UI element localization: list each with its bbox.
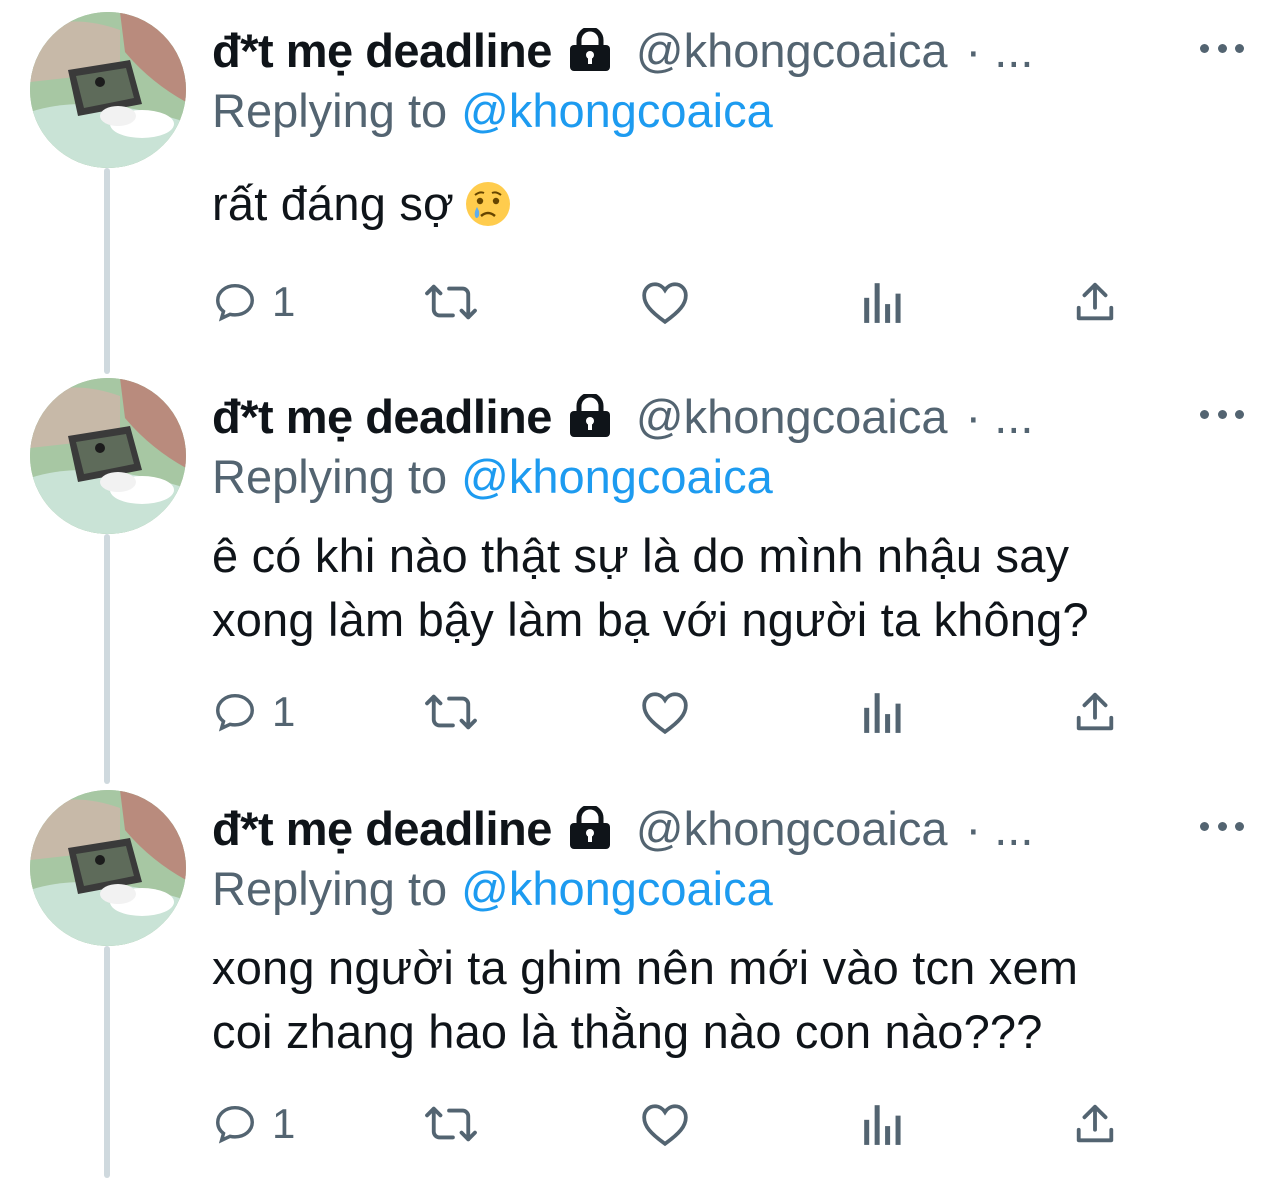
like-icon [642,692,688,735]
retweet-icon [425,284,477,320]
reply-button[interactable]: 1 [212,682,295,742]
timestamp-separator: · ... [965,23,1034,77]
like-icon [642,282,688,325]
reply-icon [216,283,254,322]
tweet-text-line: xong làm bậy làm bạ với người ta không? [212,593,1089,646]
replying-label: Replying to [212,449,448,503]
analytics-button[interactable] [862,682,904,742]
replying-to: Replying to @khongcoaica [212,82,773,138]
avatar[interactable] [30,12,186,168]
display-name[interactable]: đ*t mẹ deadline [212,801,552,856]
reply-count: 1 [272,688,296,735]
tweet-text: ê có khi nào thật sự là do mình nhậu say… [212,524,1252,652]
user-handle[interactable]: @khongcoaica [636,389,948,444]
like-button[interactable] [640,682,690,742]
replying-label: Replying to [212,861,448,915]
lock-icon [566,28,614,72]
share-button[interactable] [1072,682,1118,742]
tweet-header: đ*t mẹ deadline @khongcoaica · ... [212,800,1033,856]
retweet-button[interactable] [424,682,478,742]
reply-button[interactable]: 1 [212,1094,295,1154]
tweet-header: đ*t mẹ deadline @khongcoaica · ... [212,22,1033,78]
mention-link[interactable]: @khongcoaica [461,83,773,138]
lock-icon [566,394,614,438]
tweet-actions: 1 [212,682,1132,742]
analytics-icon [864,693,901,733]
retweet-button[interactable] [424,272,478,332]
mention-link[interactable]: @khongcoaica [461,861,773,916]
user-handle[interactable]: @khongcoaica [636,801,948,856]
analytics-icon [864,283,901,323]
tweet-header: đ*t mẹ deadline @khongcoaica · ... [212,388,1033,444]
retweet-icon [425,1106,477,1142]
tweet-actions: 1 [212,272,1132,332]
analytics-icon [864,1105,901,1145]
tweet-text-line: coi zhang hao là thằng nào con nào??? [212,1005,1043,1058]
display-name[interactable]: đ*t mẹ deadline [212,389,552,444]
crying-face-emoji [464,180,512,244]
share-button[interactable] [1072,272,1118,332]
more-icon[interactable] [1200,816,1244,836]
share-icon [1076,692,1114,731]
more-icon[interactable] [1200,38,1244,58]
tweet-text-line: rất đáng sợ [212,177,455,230]
share-icon [1076,282,1114,321]
tweet-text-line: ê có khi nào thật sự là do mình nhậu say [212,529,1070,582]
reply-icon [216,1105,254,1144]
analytics-button[interactable] [862,1094,904,1154]
reply-icon [216,693,254,732]
replying-to: Replying to @khongcoaica [212,860,773,916]
user-handle[interactable]: @khongcoaica [636,23,948,78]
like-button[interactable] [640,272,690,332]
replying-label: Replying to [212,83,448,137]
tweet-actions: 1 [212,1094,1132,1154]
analytics-button[interactable] [862,272,904,332]
tweet[interactable]: đ*t mẹ deadline @khongcoaica · ... Reply… [0,366,1284,776]
reply-count: 1 [272,278,296,325]
mention-link[interactable]: @khongcoaica [461,449,773,504]
tweet[interactable]: đ*t mẹ deadline @khongcoaica · ... Reply… [0,778,1284,1188]
like-button[interactable] [640,1094,690,1154]
like-icon [642,1104,688,1147]
timestamp-separator: · ... [965,801,1034,855]
reply-count: 1 [272,1100,296,1147]
lock-icon [566,806,614,850]
tweet-text-line: xong người ta ghim nên mới vào tcn xem [212,941,1079,994]
share-icon [1076,1104,1114,1143]
tweet[interactable]: đ*t mẹ deadline @khongcoaica · ... Reply… [0,0,1284,410]
retweet-button[interactable] [424,1094,478,1154]
avatar[interactable] [30,378,186,534]
replying-to: Replying to @khongcoaica [212,448,773,504]
timestamp-separator: · ... [965,389,1034,443]
retweet-icon [425,694,477,730]
share-button[interactable] [1072,1094,1118,1154]
tweet-text: rất đáng sợ [212,172,1252,244]
tweet-text: xong người ta ghim nên mới vào tcn xem c… [212,936,1252,1064]
reply-button[interactable]: 1 [212,272,295,332]
display-name[interactable]: đ*t mẹ deadline [212,23,552,78]
more-icon[interactable] [1200,404,1244,424]
avatar[interactable] [30,790,186,946]
